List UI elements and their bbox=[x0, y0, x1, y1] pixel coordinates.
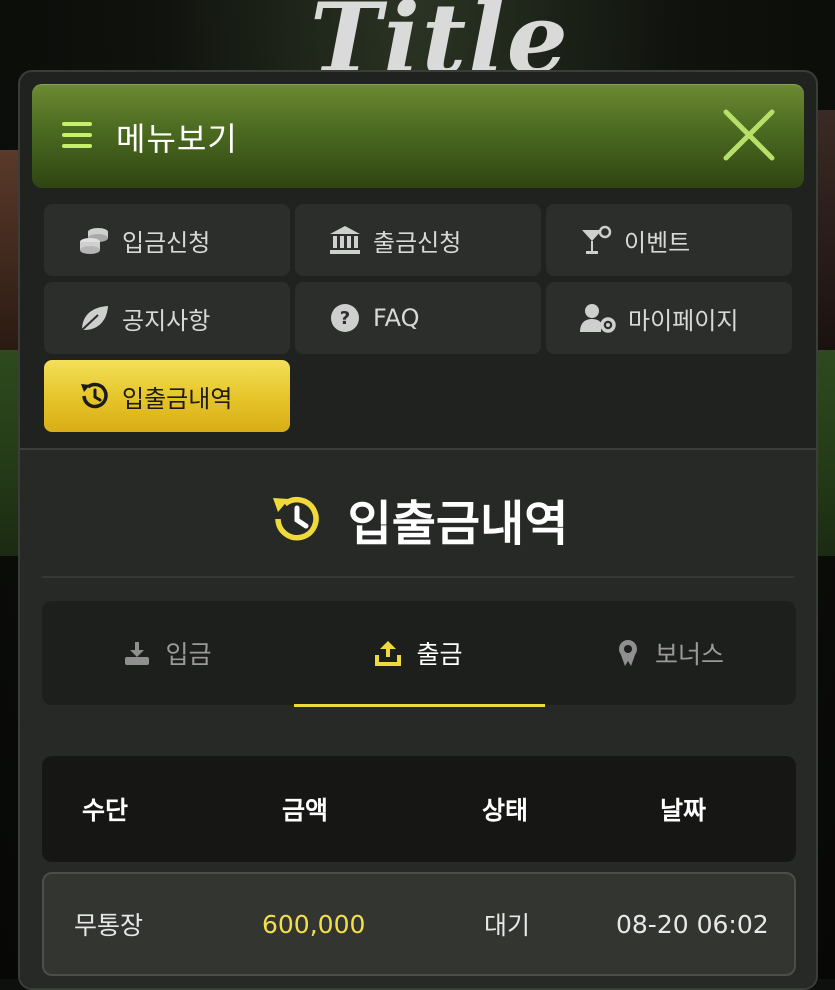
cell-amount: 600,000 bbox=[262, 909, 366, 939]
menu-title: 메뉴보기 bbox=[116, 120, 238, 158]
menu-item-label: 입출금내역 bbox=[122, 384, 233, 413]
menu-item-transaction-history[interactable]: 입출금내역 bbox=[44, 360, 290, 432]
close-icon bbox=[723, 109, 775, 161]
close-button[interactable] bbox=[720, 106, 778, 164]
tab-deposit[interactable]: 입금 bbox=[42, 601, 293, 705]
tab-label: 입금 bbox=[165, 640, 212, 669]
active-tab-indicator bbox=[294, 704, 545, 707]
table-row[interactable]: 무통장 600,000 대기 08-20 06:02 bbox=[42, 872, 796, 976]
section-title: 입출금내역 bbox=[20, 484, 816, 554]
column-header-date: 날짜 bbox=[660, 796, 707, 825]
user-gear-icon bbox=[580, 304, 616, 333]
history-icon bbox=[81, 382, 108, 409]
tab-bonus[interactable]: 보너스 bbox=[544, 601, 795, 705]
section-title-text: 입출금내역 bbox=[347, 496, 569, 552]
hamburger-icon bbox=[62, 122, 92, 148]
menu-item-label: 마이페이지 bbox=[628, 306, 739, 335]
cell-date: 08-20 06:02 bbox=[616, 909, 769, 939]
menu-item-deposit-request[interactable]: 입금신청 bbox=[44, 204, 290, 276]
tab-label: 출금 bbox=[416, 640, 463, 669]
menu-item-label: 이벤트 bbox=[624, 228, 691, 257]
column-header-method: 수단 bbox=[82, 796, 129, 825]
cocktail-icon bbox=[582, 225, 612, 254]
bank-icon bbox=[330, 226, 360, 254]
menu-item-faq[interactable]: ? FAQ bbox=[295, 282, 541, 354]
menu-item-mypage[interactable]: 마이페이지 bbox=[546, 282, 792, 354]
menu-item-notice[interactable]: 공지사항 bbox=[44, 282, 290, 354]
menu-item-event[interactable]: 이벤트 bbox=[546, 204, 792, 276]
question-circle-icon: ? bbox=[331, 304, 359, 332]
menu-header: 메뉴보기 bbox=[32, 84, 804, 188]
menu-modal: 메뉴보기 입금신청 출금신청 이벤트 공지사항 ? FAQ 마이페이지 입출금내… bbox=[18, 70, 818, 990]
svg-text:?: ? bbox=[340, 308, 350, 329]
coins-icon bbox=[80, 228, 108, 254]
history-tabs: 입금 출금 보너스 bbox=[42, 601, 796, 705]
divider bbox=[42, 576, 794, 578]
column-header-status: 상태 bbox=[482, 796, 529, 825]
table-header: 수단 금액 상태 날짜 bbox=[42, 756, 796, 862]
cell-method: 무통장 bbox=[74, 911, 144, 940]
award-icon bbox=[618, 640, 637, 666]
column-header-amount: 금액 bbox=[282, 796, 329, 825]
cell-status: 대기 bbox=[484, 911, 531, 940]
menu-item-label: 출금신청 bbox=[373, 228, 462, 257]
menu-item-withdraw-request[interactable]: 출금신청 bbox=[295, 204, 541, 276]
tab-label: 보너스 bbox=[654, 640, 724, 669]
leaf-icon bbox=[81, 306, 108, 331]
menu-item-label: 입금신청 bbox=[122, 228, 211, 257]
tab-withdraw[interactable]: 출금 bbox=[293, 601, 544, 705]
history-icon bbox=[272, 497, 319, 541]
transaction-history-section: 입출금내역 입금 출금 보너스 수단 금액 상태 날짜 무통장 600,000 … bbox=[20, 448, 816, 988]
menu-item-label: FAQ bbox=[373, 304, 420, 332]
upload-icon bbox=[375, 641, 402, 666]
download-icon bbox=[125, 642, 150, 665]
menu-item-label: 공지사항 bbox=[122, 306, 211, 335]
